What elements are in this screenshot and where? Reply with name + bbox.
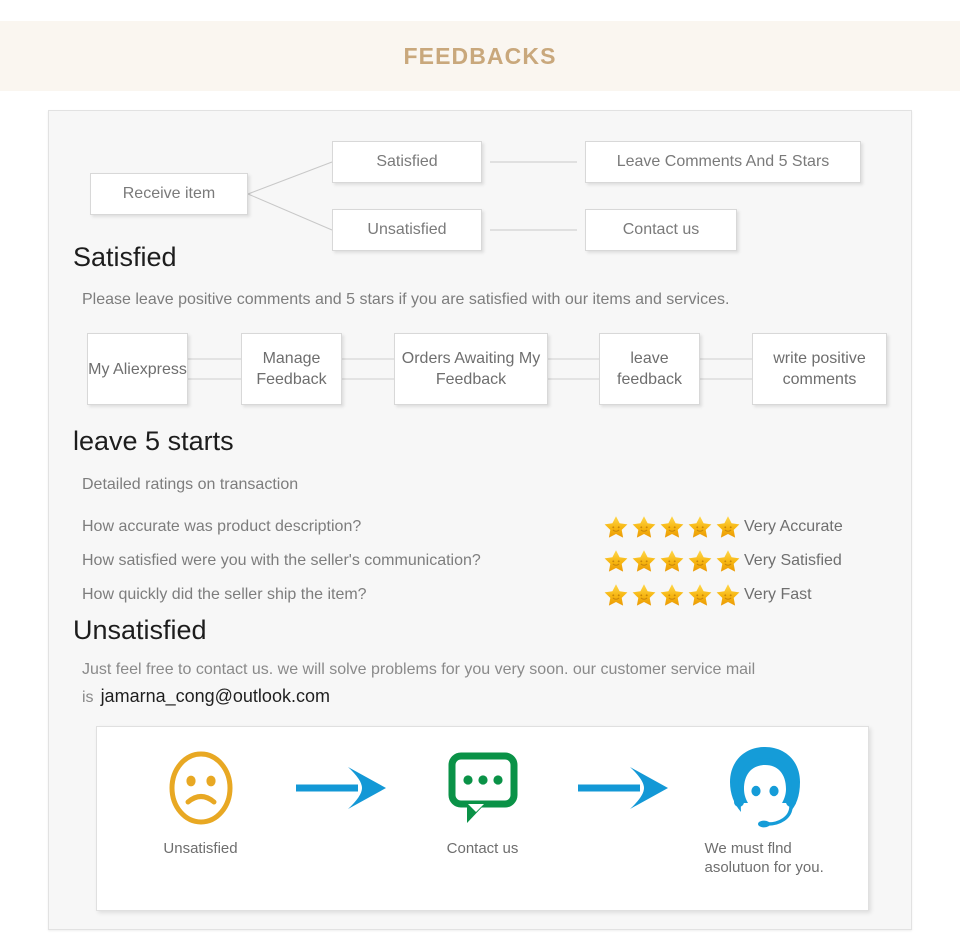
star-rating-accuracy[interactable] <box>602 514 744 540</box>
star-icon <box>632 550 656 572</box>
rating-question: How quickly did the seller ship the item… <box>82 586 367 603</box>
speech-bubble-icon <box>446 745 520 831</box>
arrow-icon <box>568 745 680 831</box>
step-box: Orders Awaiting My Feedback <box>394 333 548 405</box>
rating-question: How satisfied were you with the seller's… <box>82 552 481 569</box>
star-rating-communication[interactable] <box>602 548 744 574</box>
star-icon <box>688 584 712 606</box>
feedback-page: FEEDBACKS Receive item Satisfied Unsatis… <box>0 0 960 949</box>
star-icon <box>660 584 684 606</box>
page-title: FEEDBACKS <box>403 42 557 69</box>
star-icon <box>632 584 656 606</box>
sad-face-icon <box>165 745 237 831</box>
support-step-unsatisfied: Unsatisfied <box>116 745 286 858</box>
step-box: Manage Feedback <box>241 333 342 405</box>
flow-node-satisfied: Satisfied <box>332 141 482 183</box>
star-icon <box>604 550 628 572</box>
section-heading-unsatisfied: Unsatisfied <box>73 615 207 645</box>
flow-node-unsatisfied: Unsatisfied <box>332 209 482 251</box>
flow-node-receive-item: Receive item <box>90 173 248 215</box>
rating-answer: Very Fast <box>744 586 812 603</box>
detailed-ratings: Detailed ratings on transaction How accu… <box>82 476 902 612</box>
satisfied-paragraph: Please leave positive comments and 5 sta… <box>82 291 730 308</box>
star-icon <box>716 550 740 572</box>
header-band: FEEDBACKS <box>0 21 960 91</box>
support-agent-icon <box>722 745 808 831</box>
star-rating-shipping[interactable] <box>602 582 744 608</box>
section-heading-satisfied: Satisfied <box>73 242 177 272</box>
rating-row: How quickly did the seller ship the item… <box>82 578 902 612</box>
decision-flow-diagram: Receive item Satisfied Unsatisfied Leave… <box>49 111 913 251</box>
unsatisfied-paragraph: Just feel free to contact us. we will so… <box>82 656 882 711</box>
rating-question: How accurate was product description? <box>82 518 362 535</box>
rating-answer: Very Accurate <box>744 518 843 535</box>
rating-row: How satisfied were you with the seller's… <box>82 544 902 578</box>
satisfied-steps-flow: My Aliexpress Manage Feedback Orders Awa… <box>87 333 887 405</box>
star-icon <box>660 550 684 572</box>
content-card: Receive item Satisfied Unsatisfied Leave… <box>48 110 912 930</box>
ratings-lead-text: Detailed ratings on transaction <box>82 476 299 493</box>
star-icon <box>604 516 628 538</box>
flow-node-leave-comments: Leave Comments And 5 Stars <box>585 141 861 183</box>
star-icon <box>688 516 712 538</box>
support-step-label: We must flnd asolutuon for you. <box>704 840 824 876</box>
step-box: write positive comments <box>752 333 887 405</box>
support-step-label: Contact us <box>446 840 519 857</box>
step-box: My Aliexpress <box>87 333 188 405</box>
support-step-agent: We must flnd asolutuon for you. <box>680 745 850 877</box>
support-step-label: Unsatisfied <box>163 840 238 857</box>
star-icon <box>660 516 684 538</box>
rating-answer: Very Satisfied <box>744 552 842 569</box>
rating-row: How accurate was product description? Ve… <box>82 510 902 544</box>
flow-node-contact-us: Contact us <box>585 209 737 251</box>
step-box: leave feedback <box>599 333 700 405</box>
section-heading-leave-5-stars: leave 5 starts <box>73 426 234 456</box>
arrow-icon <box>286 745 398 831</box>
star-icon <box>716 516 740 538</box>
star-icon <box>632 516 656 538</box>
star-icon <box>688 550 712 572</box>
support-step-contact: Contact us <box>398 745 568 858</box>
support-flow-panel: Unsatisfied Contact us We must flnd asol… <box>96 726 869 911</box>
support-email[interactable]: jamarna_cong@outlook.com <box>101 686 330 706</box>
star-icon <box>716 584 740 606</box>
star-icon <box>604 584 628 606</box>
